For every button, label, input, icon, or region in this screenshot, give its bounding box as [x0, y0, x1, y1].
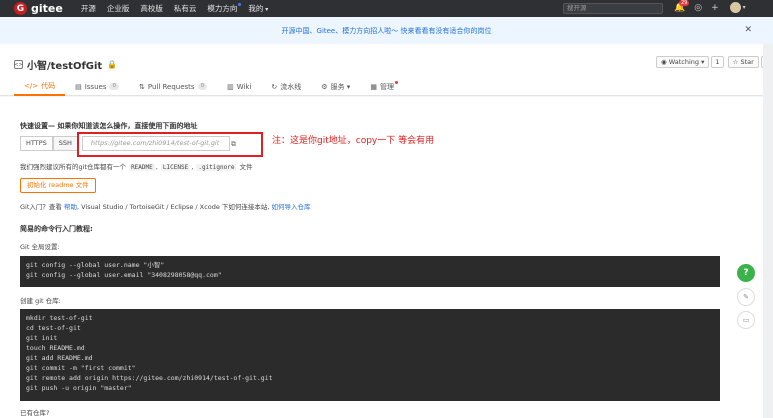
- tab-label: Pull Requests: [147, 82, 195, 91]
- tab-pipeline[interactable]: ↻ 流水线: [261, 77, 311, 96]
- code-line: git commit -m "first commit": [26, 364, 136, 372]
- help-link[interactable]: 帮助: [64, 203, 77, 211]
- manage-dot: [394, 81, 398, 84]
- nav-links: 开源 企业版 高校版 私有云 模力方向 我的: [81, 3, 279, 14]
- message-icon[interactable]: ▭: [737, 311, 755, 329]
- git-help-prefix: Git入门？查看: [20, 203, 62, 211]
- create-repo-label: 创建 git 仓库:: [20, 297, 61, 305]
- code-line: git config --global user.name "小智": [26, 261, 165, 269]
- services-icon: ⚙: [321, 82, 328, 91]
- init-readme-button[interactable]: 初始化 readme 文件: [20, 178, 96, 193]
- repo-header: <> 小智/testOfGit 🔒 ◉ Watching ▾ 1 ☆ Star …: [0, 44, 773, 96]
- tab-manage[interactable]: ▦ 管理: [360, 77, 404, 96]
- banner-text[interactable]: 开源中国、Gitee、模力方向招人啦～ 快来看看有没有适合你的岗位: [282, 26, 492, 36]
- import-repo-link[interactable]: 如何导入仓库: [272, 203, 311, 211]
- page-scrollbar[interactable]: [763, 44, 773, 418]
- star-button[interactable]: ☆ Star: [727, 56, 759, 68]
- repo-actions: ◉ Watching ▾ 1 ☆ Star 0: [656, 56, 773, 68]
- nav-link-education[interactable]: 高校版: [140, 3, 163, 14]
- edit-icon[interactable]: ✎: [737, 288, 755, 306]
- global-settings-code[interactable]: git config --global user.name "小智" git c…: [20, 256, 720, 287]
- git-help-line: Git入门？查看 帮助, Visual Studio / TortoiseGit…: [20, 201, 311, 211]
- issues-icon: ▤: [75, 82, 82, 91]
- repo-tabs: </> 代码 ▤ Issues 0 ⇅ Pull Requests 0 ▥ Wi…: [14, 77, 404, 96]
- repo-title: <> 小智/testOfGit 🔒: [14, 57, 117, 72]
- watch-count[interactable]: 1: [711, 56, 724, 68]
- create-repo-code[interactable]: mkdir test-of-git cd test-of-git git ini…: [20, 309, 720, 401]
- https-button[interactable]: HTTPS: [20, 136, 53, 151]
- tab-label: 流水线: [280, 82, 302, 91]
- lock-icon: 🔒: [107, 60, 118, 69]
- plus-icon[interactable]: +: [711, 3, 719, 13]
- notification-badge: 29: [679, 0, 690, 6]
- ssh-button[interactable]: SSH: [52, 136, 78, 151]
- quick-setup-title: 快速设置— 如果你知道该怎么操作，直接使用下面的地址: [20, 122, 198, 130]
- help-icon[interactable]: ?: [737, 264, 755, 282]
- top-navbar: G gitee 开源 企业版 高校版 私有云 模力方向 我的 搜开源 🔔29 ◎…: [0, 0, 773, 17]
- code-icon: </>: [24, 81, 39, 90]
- code-line: touch README.md: [26, 344, 85, 352]
- nav-link-moli[interactable]: 模力方向: [207, 3, 242, 14]
- code-line: cd test-of-git: [26, 324, 81, 332]
- tab-wiki[interactable]: ▥ Wiki: [217, 77, 261, 96]
- hint-gitignore: .gitignore: [196, 164, 237, 171]
- tab-label: 代码: [41, 81, 56, 90]
- hint-license: LICENSE: [160, 164, 191, 171]
- nav-link-enterprise[interactable]: 企业版: [107, 3, 130, 14]
- tab-count: 0: [109, 83, 119, 90]
- hint-prefix: 我们强烈建议所有的git仓库都有一个: [20, 163, 126, 171]
- code-line: mkdir test-of-git: [26, 314, 93, 322]
- existing-repo-label: 已有仓库?: [20, 409, 50, 417]
- close-icon[interactable]: ✕: [744, 25, 752, 35]
- gitee-logo[interactable]: G gitee: [14, 2, 63, 15]
- global-settings-label: Git 全局设置:: [20, 243, 60, 251]
- repo-icon: <>: [14, 60, 23, 69]
- pipeline-icon: ↻: [271, 82, 278, 91]
- manage-icon: ▦: [370, 82, 377, 91]
- annotation-note: 注：这是你git地址，copy一下 等会有用: [272, 136, 435, 146]
- nav-link-private-cloud[interactable]: 私有云: [174, 3, 197, 14]
- pull-request-icon: ⇅: [138, 82, 145, 91]
- nav-icons: 🔔 29 ◎ + ▾: [674, 0, 746, 13]
- watch-button[interactable]: ◉ Watching ▾: [656, 56, 710, 68]
- nav-link-opensource[interactable]: 开源: [81, 3, 96, 14]
- chevron-down-icon: ▾: [344, 82, 351, 91]
- hint-suffix: 文件: [239, 163, 253, 171]
- notification-icon[interactable]: 🔔 29: [674, 0, 690, 13]
- gitee-logo-icon: G: [14, 2, 27, 15]
- nav-link-mine[interactable]: 我的: [248, 3, 268, 14]
- wiki-icon: ▥: [227, 82, 234, 91]
- code-line: git add README.md: [26, 354, 93, 362]
- repo-name[interactable]: 小智/testOfGit: [27, 57, 102, 72]
- tab-issues[interactable]: ▤ Issues 0: [65, 77, 129, 96]
- chevron-down-icon[interactable]: ▾: [743, 4, 746, 11]
- tab-label: 管理: [379, 82, 394, 91]
- tab-code[interactable]: </> 代码: [14, 77, 66, 96]
- code-line: git push -u origin "master": [26, 384, 132, 392]
- tab-pull-requests[interactable]: ⇅ Pull Requests 0: [129, 77, 217, 96]
- code-line: git remote add origin https://gitee.com/…: [26, 374, 273, 382]
- recommend-hint: 我们强烈建议所有的git仓库都有一个 README, LICENSE, .git…: [20, 163, 253, 171]
- watch-label: Watching: [668, 58, 700, 66]
- tab-label: Wiki: [236, 82, 252, 91]
- code-line: git init: [26, 334, 58, 342]
- star-label: Star: [740, 58, 754, 66]
- annotation-highlight-box: [77, 132, 263, 157]
- code-line: git config --global user.email "34082980…: [26, 271, 222, 279]
- git-help-mid: , Visual Studio / TortoiseGit / Eclipse …: [76, 203, 270, 211]
- repo-main: 快速设置— 如果你知道该怎么操作，直接使用下面的地址 HTTPS SSH htt…: [0, 97, 763, 418]
- tab-count: 0: [197, 83, 208, 90]
- tab-label: Issues: [84, 82, 107, 91]
- avatar[interactable]: [729, 2, 741, 13]
- location-icon[interactable]: ◎: [694, 3, 702, 13]
- search-input[interactable]: 搜开源: [563, 3, 663, 14]
- gitee-logo-text: gitee: [31, 2, 63, 15]
- tab-label: 服务: [330, 82, 345, 91]
- commands-title: 简易的命令行入门教程:: [20, 225, 93, 233]
- recruit-banner: 开源中国、Gitee、模力方向招人啦～ 快来看看有没有适合你的岗位 ✕: [0, 17, 773, 44]
- hint-readme: README: [129, 164, 155, 171]
- tab-services[interactable]: ⚙ 服务 ▾: [311, 77, 360, 96]
